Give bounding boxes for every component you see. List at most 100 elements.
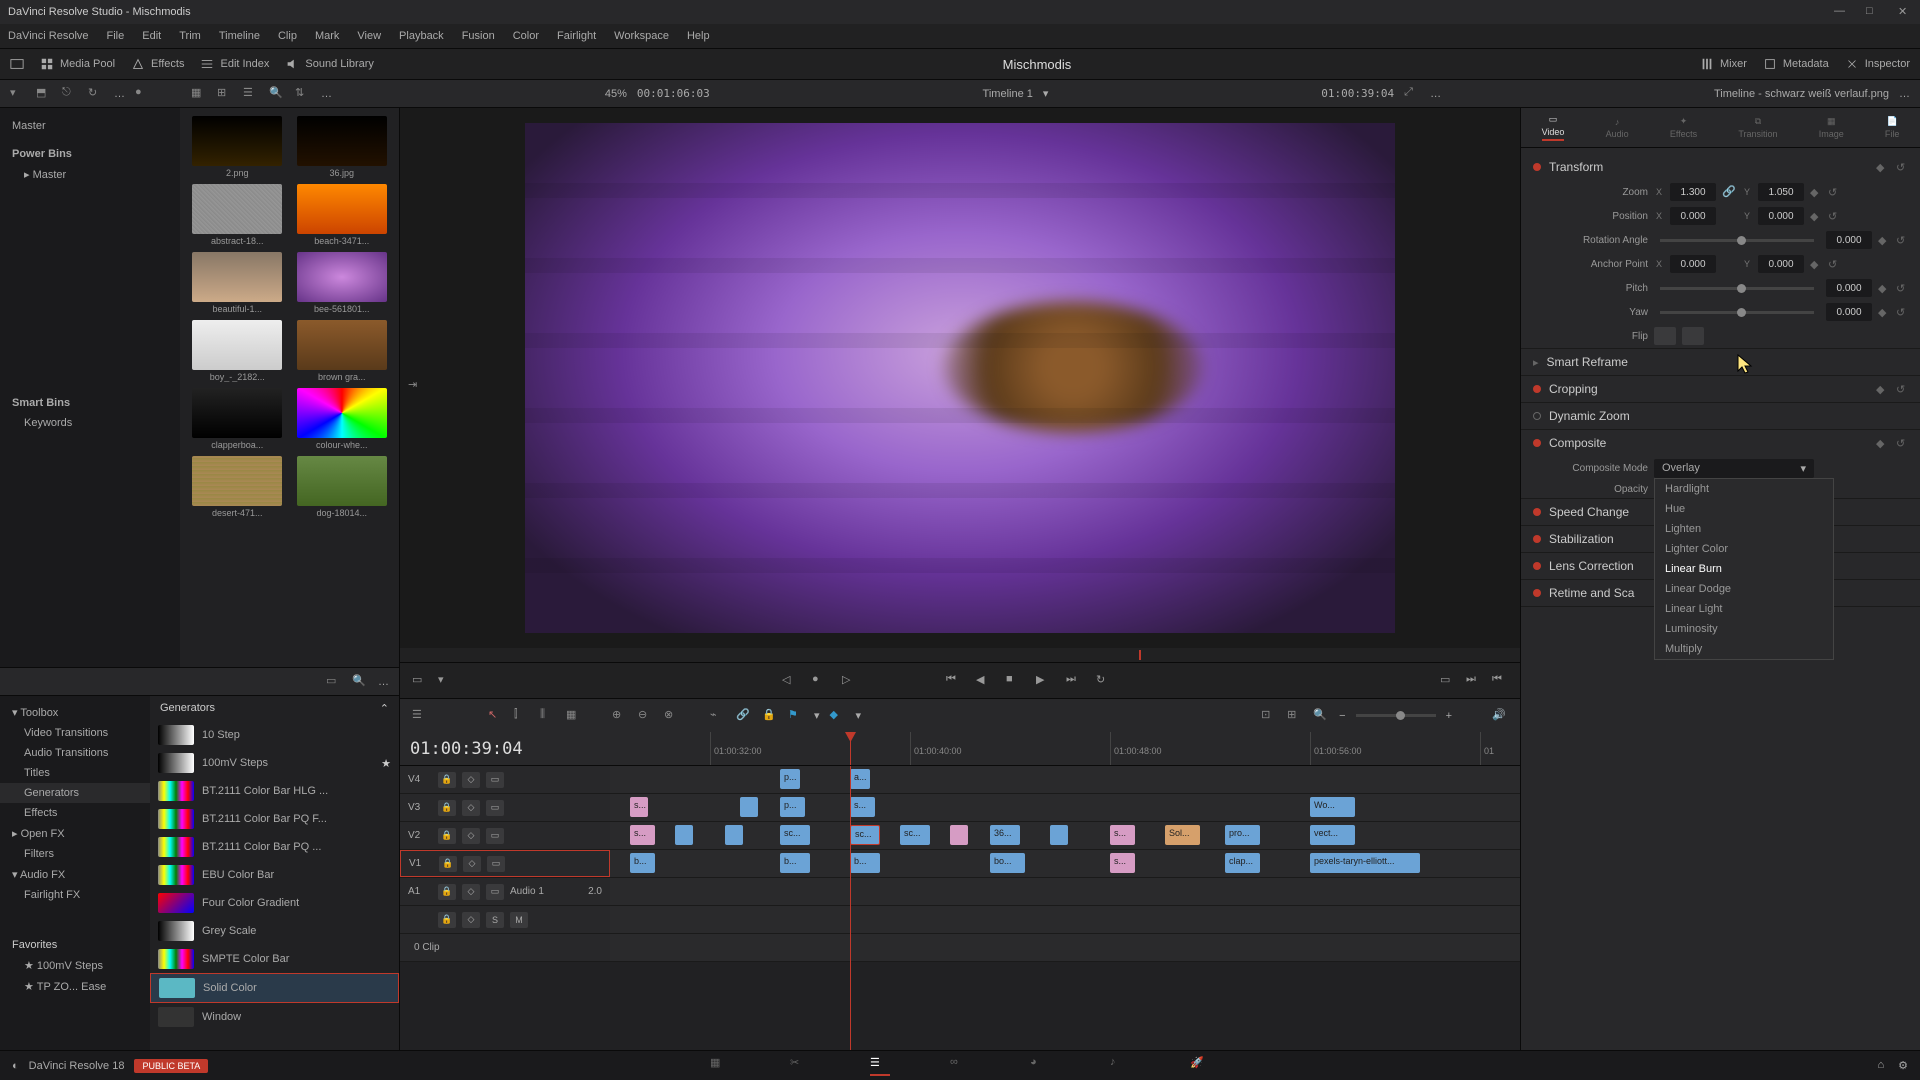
last-frame-icon[interactable]: ⏭ bbox=[1066, 673, 1082, 689]
zoom-y-field[interactable] bbox=[1758, 183, 1804, 201]
section-transform[interactable]: Transform◆↺ bbox=[1521, 154, 1920, 180]
viewer[interactable]: ⇥ bbox=[400, 108, 1520, 648]
generator-item[interactable]: SMPTE Color Bar bbox=[150, 945, 399, 973]
marker-icon[interactable]: ◆ bbox=[830, 708, 846, 724]
generator-item[interactable]: Window bbox=[150, 1003, 399, 1031]
section-dynamic-zoom[interactable]: Dynamic Zoom bbox=[1521, 403, 1920, 429]
media-thumbnail[interactable]: abstract-18... bbox=[188, 184, 287, 246]
kf-anchor-icon[interactable]: ◆ bbox=[1810, 258, 1822, 270]
generator-item[interactable]: Four Color Gradient bbox=[150, 889, 399, 917]
fx-fairlightfx[interactable]: Fairlight FX bbox=[0, 885, 150, 905]
tab-video[interactable]: ▭Video bbox=[1542, 114, 1565, 141]
track-header[interactable]: V4🔒◇▭ bbox=[400, 766, 610, 793]
mixer-button[interactable]: Mixer bbox=[1700, 57, 1747, 71]
media-thumbnail[interactable]: desert-471... bbox=[188, 456, 287, 518]
zoom-detail-icon[interactable]: ⊞ bbox=[1287, 708, 1303, 724]
kf-pitch-icon[interactable]: ◆ bbox=[1878, 282, 1890, 294]
zoom-in-icon[interactable]: + bbox=[1446, 710, 1452, 722]
prev-clip-icon[interactable]: ⏮ bbox=[1492, 673, 1508, 689]
track-lane[interactable]: s...sc...sc...sc...36...s...Sol...pro...… bbox=[610, 822, 1520, 849]
lock-icon[interactable]: 🔒 bbox=[762, 708, 778, 724]
generator-item[interactable]: 100mV Steps★ bbox=[150, 749, 399, 777]
track-lane[interactable] bbox=[610, 878, 1520, 905]
reset-anchor-icon[interactable]: ↺ bbox=[1828, 258, 1840, 270]
track-header[interactable]: V2🔒◇▭ bbox=[400, 822, 610, 849]
replace-icon[interactable]: ⊗ bbox=[664, 708, 680, 724]
blade-tool-icon[interactable]: ▦ bbox=[566, 708, 582, 724]
chevron-down-icon[interactable]: ▾ bbox=[1043, 87, 1049, 100]
collapse-icon[interactable]: ⌃ bbox=[380, 702, 389, 715]
page-fusion-icon[interactable]: ∞ bbox=[950, 1056, 970, 1076]
audio-subheader[interactable]: 🔒◇SM bbox=[400, 906, 610, 933]
timeline-clip[interactable]: pexels-taryn-elliott... bbox=[1310, 853, 1420, 873]
media-thumbnail[interactable]: brown gra... bbox=[293, 320, 392, 382]
sync-icon[interactable]: ↻ bbox=[88, 86, 104, 102]
fx-filters[interactable]: Filters bbox=[0, 844, 150, 864]
timeline-clip[interactable]: bo... bbox=[990, 853, 1025, 873]
import-icon[interactable]: ⬒ bbox=[36, 86, 52, 102]
reset-icon[interactable]: ↺ bbox=[1896, 161, 1908, 173]
generator-item[interactable]: 10 Step bbox=[150, 721, 399, 749]
overflow-icon-4[interactable]: … bbox=[1899, 88, 1910, 100]
stop-icon[interactable]: ■ bbox=[1006, 673, 1022, 689]
generator-item[interactable]: BT.2111 Color Bar PQ ... bbox=[150, 833, 399, 861]
dropdown-option[interactable]: Linear Dodge bbox=[1655, 579, 1833, 599]
yaw-slider[interactable] bbox=[1660, 311, 1814, 314]
media-thumbnail[interactable]: colour-whe... bbox=[293, 388, 392, 450]
menu-resolve[interactable]: DaVinci Resolve bbox=[8, 30, 89, 42]
loop-icon[interactable]: ↻ bbox=[1096, 673, 1112, 689]
timeline-clip[interactable]: clap... bbox=[1225, 853, 1260, 873]
pitch-slider[interactable] bbox=[1660, 287, 1814, 290]
trim-tool-icon[interactable]: ⫿ bbox=[514, 708, 530, 724]
tab-effects[interactable]: ✦Effects bbox=[1670, 116, 1697, 139]
timeline-clip[interactable]: sc... bbox=[780, 825, 810, 845]
edit-index-button[interactable]: Edit Index bbox=[200, 57, 269, 71]
menu-playback[interactable]: Playback bbox=[399, 30, 444, 42]
generator-item[interactable]: Solid Color bbox=[150, 973, 399, 1003]
rotation-slider[interactable] bbox=[1660, 239, 1814, 242]
timeline-clip[interactable]: s... bbox=[630, 825, 655, 845]
track-lane[interactable]: s...p...s...Wo... bbox=[610, 794, 1520, 821]
zoom-out-icon[interactable]: − bbox=[1339, 710, 1345, 722]
overwrite-icon[interactable]: ⊖ bbox=[638, 708, 654, 724]
timeline-clip[interactable]: p... bbox=[780, 797, 805, 817]
timeline-clip[interactable]: b... bbox=[850, 853, 880, 873]
timeline-clip[interactable]: s... bbox=[1110, 853, 1135, 873]
menu-trim[interactable]: Trim bbox=[179, 30, 201, 42]
dropdown-option[interactable]: Lighter Color bbox=[1655, 539, 1833, 559]
marker-chevron-icon[interactable]: ▾ bbox=[856, 709, 862, 722]
generator-item[interactable]: EBU Color Bar bbox=[150, 861, 399, 889]
metadata-button[interactable]: Metadata bbox=[1763, 57, 1829, 71]
zoom-custom-icon[interactable]: 🔍 bbox=[1313, 708, 1329, 724]
fx-toolbox[interactable]: ▾ Toolbox bbox=[0, 702, 150, 723]
reset-crop-icon[interactable]: ↺ bbox=[1896, 383, 1908, 395]
list-view-icon[interactable]: ☰ bbox=[243, 86, 259, 102]
fx-fav-1[interactable]: ★ 100mV Steps bbox=[0, 955, 150, 976]
media-thumbnail[interactable]: boy_-_2182... bbox=[188, 320, 287, 382]
kf-rot-icon[interactable]: ◆ bbox=[1878, 234, 1890, 246]
playhead-line[interactable] bbox=[850, 766, 851, 1050]
pos-y-field[interactable] bbox=[1758, 207, 1804, 225]
page-edit-icon[interactable]: ☰ bbox=[870, 1056, 890, 1076]
timeline-clip[interactable]: vect... bbox=[1310, 825, 1355, 845]
bin-power-bins[interactable]: Power Bins bbox=[0, 144, 180, 164]
track-lane[interactable]: p...a... bbox=[610, 766, 1520, 793]
overflow-icon-2[interactable]: … bbox=[321, 88, 332, 100]
track-enable-icon[interactable]: ▭ bbox=[486, 772, 504, 788]
expand-icon[interactable]: ⤢ bbox=[1404, 86, 1420, 102]
track-header[interactable]: A1🔒◇▭Audio 12.0 bbox=[400, 878, 610, 905]
reset-pitch-icon[interactable]: ↺ bbox=[1896, 282, 1908, 294]
flip-v-button[interactable] bbox=[1682, 327, 1704, 345]
generator-item[interactable]: Grey Scale bbox=[150, 917, 399, 945]
menu-timeline[interactable]: Timeline bbox=[219, 30, 260, 42]
track-lock-icon[interactable]: 🔒 bbox=[438, 828, 456, 844]
media-thumbnail[interactable]: clapperboa... bbox=[188, 388, 287, 450]
play-reverse-icon[interactable]: ◀ bbox=[976, 673, 992, 689]
menu-view[interactable]: View bbox=[357, 30, 381, 42]
zoom-full-icon[interactable]: ⊡ bbox=[1261, 708, 1277, 724]
page-cut-icon[interactable]: ✂ bbox=[790, 1056, 810, 1076]
page-media-icon[interactable]: ▦ bbox=[710, 1056, 730, 1076]
overflow-icon[interactable]: … bbox=[114, 88, 125, 100]
composite-mode-dropdown[interactable]: Overlay▾ bbox=[1654, 459, 1814, 478]
timeline-clip[interactable]: Sol... bbox=[1165, 825, 1200, 845]
